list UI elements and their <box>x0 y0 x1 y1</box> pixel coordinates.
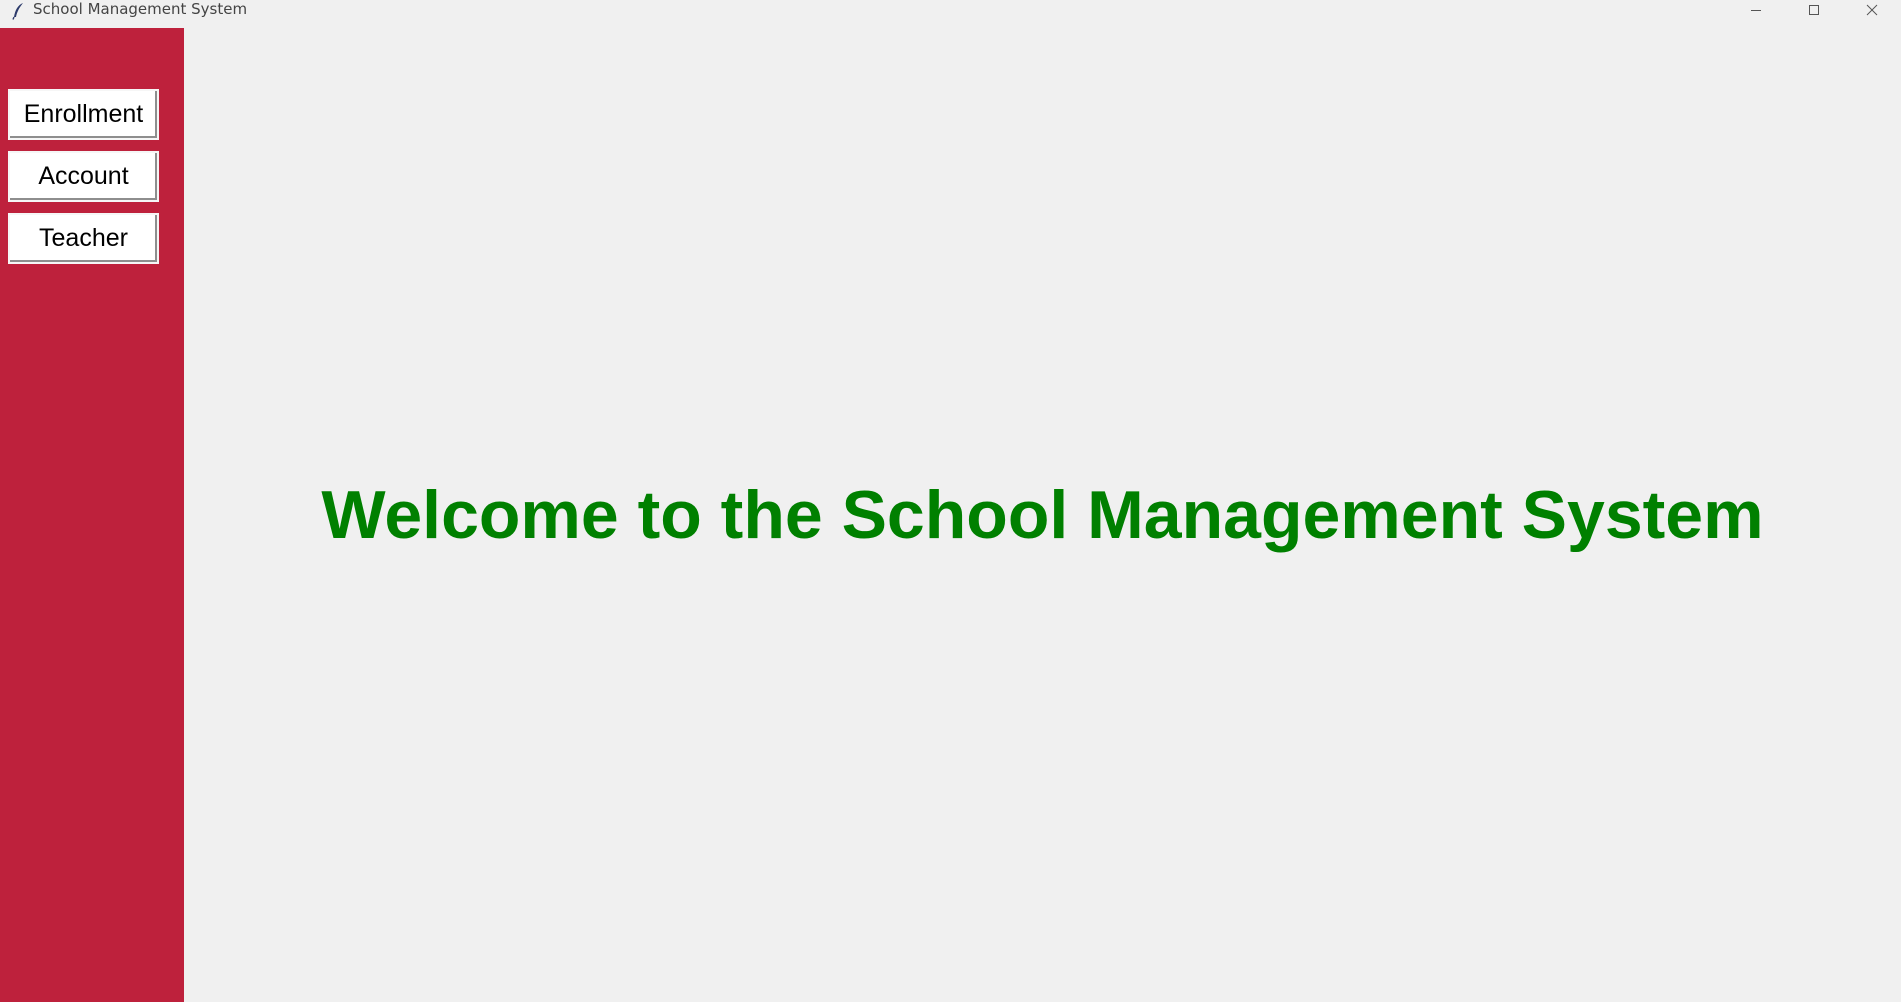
minimize-icon[interactable] <box>1727 0 1785 20</box>
app-window: School Management System Enrollment Acco… <box>0 0 1901 1002</box>
welcome-heading: Welcome to the School Management System <box>321 477 1764 553</box>
main-content: Welcome to the School Management System <box>184 28 1901 1002</box>
close-icon[interactable] <box>1843 0 1901 20</box>
window-controls <box>1727 0 1901 20</box>
feather-icon <box>9 2 27 20</box>
title-bar[interactable]: School Management System <box>0 0 1901 28</box>
enrollment-button[interactable]: Enrollment <box>8 89 159 140</box>
sidebar: Enrollment Account Teacher <box>0 28 184 1002</box>
window-title: School Management System <box>33 0 248 18</box>
maximize-icon[interactable] <box>1785 0 1843 20</box>
account-button[interactable]: Account <box>8 151 159 202</box>
teacher-button[interactable]: Teacher <box>8 213 159 264</box>
